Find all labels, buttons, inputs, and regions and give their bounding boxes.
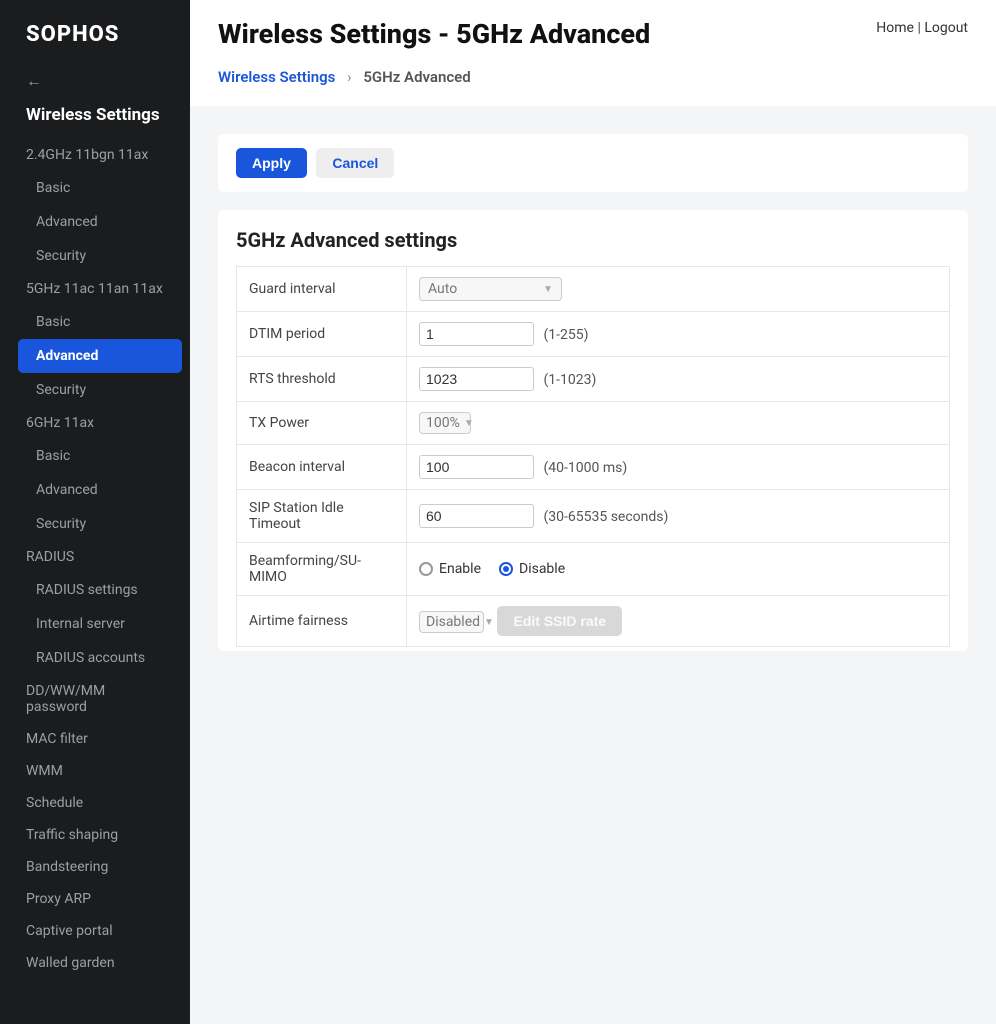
sidebar-item-6-security[interactable]: Security xyxy=(0,507,190,541)
hint-rts: (1-1023) xyxy=(543,372,596,388)
sidebar-item-walled[interactable]: Walled garden xyxy=(0,947,190,979)
hint-beacon: (40-1000 ms) xyxy=(543,460,627,476)
select-guard-interval-value: Auto xyxy=(428,281,457,297)
sidebar-item-proxyarp[interactable]: Proxy ARP xyxy=(0,883,190,915)
brand-text: SOPHOS xyxy=(26,22,170,47)
sidebar-item-radius-settings[interactable]: RADIUS settings xyxy=(0,573,190,607)
radio-beamforming-enable[interactable]: Enable xyxy=(419,561,481,577)
sidebar-item-6-advanced[interactable]: Advanced xyxy=(0,473,190,507)
breadcrumb-current: 5GHz Advanced xyxy=(363,68,470,86)
radio-disable-label: Disable xyxy=(519,561,565,577)
sidebar-item-24-advanced[interactable]: Advanced xyxy=(0,205,190,239)
row-sip-idle: SIP Station Idle Timeout (30-65535 secon… xyxy=(237,490,950,543)
edit-ssid-rate-button: Edit SSID rate xyxy=(497,606,622,636)
page-header: Wireless Settings - 5GHz Advanced Home |… xyxy=(190,0,996,106)
label-rts: RTS threshold xyxy=(237,357,407,402)
sidebar-item-24-basic[interactable]: Basic xyxy=(0,171,190,205)
page-title: Wireless Settings - 5GHz Advanced xyxy=(218,18,650,50)
input-beacon[interactable] xyxy=(419,455,534,479)
select-txpower[interactable]: 100% ▼ xyxy=(419,412,471,434)
sidebar-group-6ghz[interactable]: 6GHz 11ax xyxy=(0,407,190,439)
sidebar-item-5-advanced[interactable]: Advanced xyxy=(18,339,182,373)
sidebar-item-6-basic[interactable]: Basic xyxy=(0,439,190,473)
breadcrumb: Wireless Settings › 5GHz Advanced xyxy=(218,68,968,86)
content: Apply Cancel 5GHz Advanced settings Guar… xyxy=(190,106,996,679)
row-dtim: DTIM period (1-255) xyxy=(237,312,950,357)
sidebar-item-5-security[interactable]: Security xyxy=(0,373,190,407)
row-beamforming: Beamforming/SU-MIMO Enable Disable xyxy=(237,543,950,596)
sidebar-item-bandsteering[interactable]: Bandsteering xyxy=(0,851,190,883)
cancel-button[interactable]: Cancel xyxy=(316,148,394,178)
label-beamforming: Beamforming/SU-MIMO xyxy=(237,543,407,596)
breadcrumb-root[interactable]: Wireless Settings xyxy=(218,68,335,86)
settings-table: Guard interval Auto ▼ DTIM period (1-255… xyxy=(236,266,950,647)
home-link[interactable]: Home xyxy=(876,20,914,36)
logout-link[interactable]: Logout xyxy=(924,20,968,36)
select-airtime[interactable]: Disabled ▼ xyxy=(419,611,484,633)
label-guard-interval: Guard interval xyxy=(237,267,407,312)
select-guard-interval[interactable]: Auto ▼ xyxy=(419,277,562,301)
radio-enable-label: Enable xyxy=(439,561,481,577)
sidebar-item-24-security[interactable]: Security xyxy=(0,239,190,273)
header-links: Home | Logout xyxy=(876,18,968,36)
section-title: 5GHz Advanced settings xyxy=(236,228,950,252)
chevron-right-icon: › xyxy=(347,68,352,86)
radio-icon-checked xyxy=(499,562,513,576)
sidebar-item-schedule[interactable]: Schedule xyxy=(0,787,190,819)
chevron-down-icon: ▼ xyxy=(464,418,474,429)
label-dtim: DTIM period xyxy=(237,312,407,357)
sidebar-item-wmm[interactable]: WMM xyxy=(0,755,190,787)
radio-beamforming-disable[interactable]: Disable xyxy=(499,561,565,577)
label-txpower: TX Power xyxy=(237,402,407,445)
sidebar-item-macfilter[interactable]: MAC filter xyxy=(0,723,190,755)
row-beacon: Beacon interval (40-1000 ms) xyxy=(237,445,950,490)
main-area: Wireless Settings - 5GHz Advanced Home |… xyxy=(190,0,996,1024)
apply-button[interactable]: Apply xyxy=(236,148,307,178)
sidebar-item-traffic[interactable]: Traffic shaping xyxy=(0,819,190,851)
chevron-down-icon: ▼ xyxy=(543,284,553,295)
sidebar-group-24ghz[interactable]: 2.4GHz 11bgn 11ax xyxy=(0,139,190,171)
back-arrow-icon[interactable]: ← xyxy=(0,65,190,101)
row-rts: RTS threshold (1-1023) xyxy=(237,357,950,402)
input-rts[interactable] xyxy=(419,367,534,391)
hint-dtim: (1-255) xyxy=(543,327,588,343)
sidebar-item-ddwwmm[interactable]: DD/WW/MM password xyxy=(0,675,190,723)
brand-logo: SOPHOS xyxy=(0,0,190,65)
action-bar: Apply Cancel xyxy=(218,134,968,192)
row-txpower: TX Power 100% ▼ xyxy=(237,402,950,445)
sidebar-group-radius[interactable]: RADIUS xyxy=(0,541,190,573)
sidebar-item-5-basic[interactable]: Basic xyxy=(0,305,190,339)
select-airtime-value: Disabled xyxy=(426,614,480,630)
sidebar-group-5ghz[interactable]: 5GHz 11ac 11an 11ax xyxy=(0,273,190,305)
sidebar-item-captive[interactable]: Captive portal xyxy=(0,915,190,947)
sidebar-section-title: Wireless Settings xyxy=(0,101,190,139)
sidebar-item-radius-accounts[interactable]: RADIUS accounts xyxy=(0,641,190,675)
sidebar: SOPHOS ← Wireless Settings 2.4GHz 11bgn … xyxy=(0,0,190,1024)
input-sip-idle[interactable] xyxy=(419,504,534,528)
sidebar-item-radius-internal[interactable]: Internal server xyxy=(0,607,190,641)
hint-sip-idle: (30-65535 seconds) xyxy=(543,509,668,525)
label-beacon: Beacon interval xyxy=(237,445,407,490)
chevron-down-icon: ▼ xyxy=(484,617,494,628)
input-dtim[interactable] xyxy=(419,322,534,346)
settings-panel: 5GHz Advanced settings Guard interval Au… xyxy=(218,210,968,651)
row-guard-interval: Guard interval Auto ▼ xyxy=(237,267,950,312)
label-sip-idle: SIP Station Idle Timeout xyxy=(237,490,407,543)
row-airtime: Airtime fairness Disabled ▼ Edit SSID ra… xyxy=(237,596,950,647)
radio-icon xyxy=(419,562,433,576)
label-airtime: Airtime fairness xyxy=(237,596,407,647)
select-txpower-value: 100% xyxy=(426,415,460,431)
